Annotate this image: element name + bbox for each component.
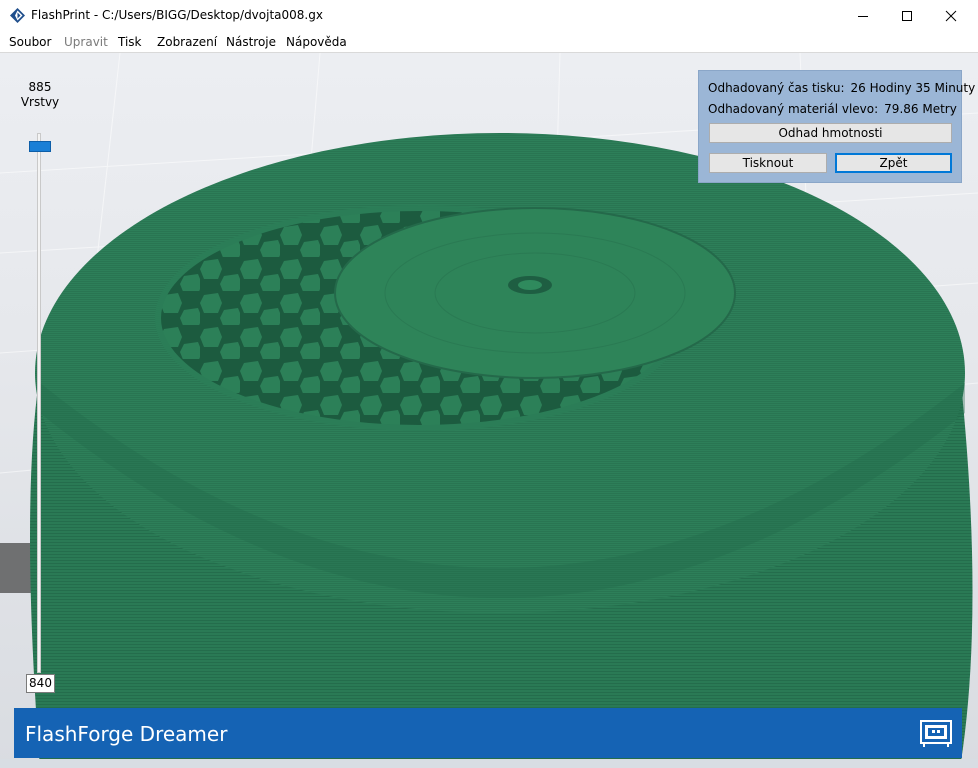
estimate-weight-button[interactable]: Odhad hmotnosti [709,123,952,143]
menu-zobrazeni[interactable]: Zobrazení [157,35,217,49]
close-button[interactable] [928,0,974,31]
device-name: FlashForge Dreamer [25,722,228,746]
print-time-row: Odhadovaný čas tisku: 26 Hodiny 35 Minuty [708,81,975,95]
maximize-button[interactable] [884,0,930,31]
printer-icon[interactable] [920,718,952,748]
layer-slider-track[interactable] [37,133,41,673]
menu-nastroje[interactable]: Nástroje [226,35,276,49]
layer-unit-label: Vrstvy [20,95,60,109]
menu-soubor[interactable]: Soubor [9,35,51,49]
material-value: 79.86 Metry [884,102,957,116]
menu-upravit[interactable]: Upravit [64,35,108,49]
material-label: Odhadovaný materiál vlevo: [708,102,879,116]
close-icon [945,10,957,21]
status-strip [0,759,978,768]
minimize-button[interactable] [840,0,886,31]
back-button[interactable]: Zpět [835,153,952,173]
flashprint-app-icon [10,8,25,23]
device-bar: FlashForge Dreamer [14,708,962,758]
menu-napoveda[interactable]: Nápověda [286,35,347,49]
print-time-label: Odhadovaný čas tisku: [708,81,845,95]
material-row: Odhadovaný materiál vlevo: 79.86 Metry [708,102,957,116]
menu-tisk[interactable]: Tisk [118,35,142,49]
title-bar: FlashPrint - C:/Users/BIGG/Desktop/dvojt… [0,0,978,31]
print-info-panel: Odhadovaný čas tisku: 26 Hodiny 35 Minuty… [698,70,975,183]
print-button[interactable]: Tisknout [709,153,827,173]
minimize-icon [858,15,868,17]
print-time-value: 26 Hodiny 35 Minuty [850,81,976,95]
window-title: FlashPrint - C:/Users/BIGG/Desktop/dvojt… [31,8,323,22]
layer-bottom-input[interactable]: 840 [26,674,55,693]
maximize-icon [902,10,912,21]
layer-slider-thumb[interactable] [29,141,51,152]
menu-bar: Soubor Upravit Tisk Zobrazení Nástroje N… [0,31,978,53]
3d-viewport[interactable]: 885 Vrstvy 840 Odhadovaný čas tisku: 26 H… [0,53,978,768]
layer-top-value: 885 [28,80,52,94]
